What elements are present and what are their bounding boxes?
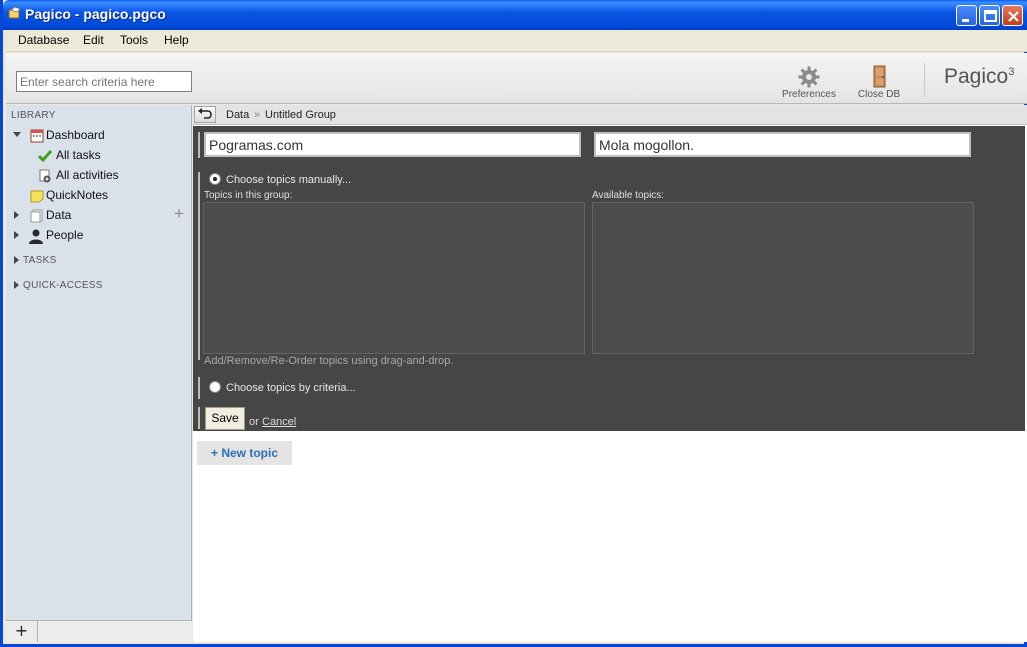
group-description-field[interactable] [594, 132, 971, 157]
minimize-button[interactable] [956, 5, 977, 26]
document-stack-icon [30, 209, 43, 223]
brand-name: Pagico [944, 65, 1009, 88]
group-name-field[interactable] [204, 132, 581, 157]
maximize-icon [984, 10, 997, 22]
criteria-topics-radio[interactable] [209, 381, 221, 393]
sidebar-item-data[interactable]: Data [46, 208, 71, 222]
manual-topics-label: Choose topics manually... [226, 174, 352, 186]
close-db-button[interactable]: Close DB [849, 65, 909, 103]
sticky-note-icon [30, 190, 44, 203]
window-title: Pagico - pagico.pgco [25, 6, 166, 22]
pagico-app-icon [8, 7, 21, 19]
or-text: or [249, 416, 259, 428]
manual-topics-radio[interactable] [209, 173, 221, 185]
quick-access-expand-icon[interactable] [14, 281, 19, 289]
menu-help[interactable]: Help [164, 33, 189, 47]
search-input[interactable] [16, 71, 192, 92]
save-button[interactable]: Save [205, 407, 245, 430]
breadcrumb: Data » Untitled Group [193, 105, 1027, 125]
topics-in-group-list[interactable] [203, 202, 585, 354]
sidebar-item-dashboard[interactable]: Dashboard [46, 128, 105, 142]
breadcrumb-current: Untitled Group [265, 109, 336, 121]
toolbar: Preferences Close DB Pagico3 [6, 53, 1027, 104]
title-bar[interactable]: Pagico - pagico.pgco [3, 0, 1027, 30]
breadcrumb-data[interactable]: Data [226, 109, 249, 121]
minimize-icon [962, 19, 969, 22]
manual-section-marker [198, 172, 200, 360]
criteria-section-marker [198, 377, 200, 399]
add-item-button[interactable]: + [6, 621, 38, 642]
new-topic-button[interactable]: + New topic [197, 441, 292, 465]
back-button[interactable] [194, 106, 216, 123]
close-icon [1008, 11, 1019, 22]
sidebar-item-all-tasks[interactable]: All tasks [56, 148, 101, 162]
app-window: Pagico - pagico.pgco Database Edit Tools… [0, 0, 1027, 647]
people-expand-icon[interactable] [14, 231, 19, 239]
menu-bar: Database Edit Tools Help [6, 30, 1027, 52]
menu-database[interactable]: Database [18, 33, 69, 47]
sidebar-item-quicknotes[interactable]: QuickNotes [46, 188, 108, 202]
close-window-button[interactable] [1002, 5, 1023, 26]
gear-icon [798, 66, 820, 88]
main-content: Data » Untitled Group Choose topics manu… [193, 105, 1027, 642]
sidebar-footer: + [6, 620, 192, 642]
menu-tools[interactable]: Tools [120, 33, 148, 47]
cancel-link[interactable]: Cancel [262, 416, 296, 428]
undo-arrow-icon [198, 108, 212, 119]
preferences-button[interactable]: Preferences [779, 65, 839, 103]
calendar-icon [30, 129, 44, 143]
available-topics-list[interactable] [592, 202, 974, 354]
brand-logo: Pagico3 [944, 65, 1014, 89]
menu-edit[interactable]: Edit [83, 33, 104, 47]
quick-access-heading[interactable]: QUICK-ACCESS [23, 280, 103, 291]
breadcrumb-separator: » [254, 109, 261, 121]
dashboard-collapse-icon[interactable] [13, 132, 21, 137]
name-row-marker [198, 132, 200, 158]
sidebar-item-people[interactable]: People [46, 228, 83, 242]
person-icon [29, 229, 43, 244]
brand-version: 3 [1008, 66, 1015, 78]
checkmark-icon [38, 150, 52, 163]
close-db-label: Close DB [857, 89, 901, 100]
criteria-topics-label: Choose topics by criteria... [226, 382, 356, 394]
preferences-label: Preferences [782, 89, 836, 100]
group-editor-panel: Choose topics manually... Topics in this… [193, 126, 1025, 431]
toolbar-divider [924, 63, 925, 97]
library-heading: LIBRARY [11, 110, 56, 121]
tasks-expand-icon[interactable] [14, 256, 19, 264]
actions-row-marker [198, 407, 200, 429]
data-expand-icon[interactable] [14, 211, 19, 219]
door-icon [873, 65, 886, 88]
sidebar: LIBRARY Dashboard All tasks All activiti… [6, 105, 192, 642]
drag-drop-hint: Add/Remove/Re-Order topics using drag-an… [204, 355, 454, 367]
maximize-button[interactable] [979, 5, 1000, 26]
topics-in-group-label: Topics in this group: [204, 190, 293, 201]
available-topics-label: Available topics: [592, 190, 665, 201]
sidebar-item-all-activities[interactable]: All activities [56, 168, 119, 182]
add-data-icon[interactable]: + [174, 204, 184, 224]
tasks-heading[interactable]: TASKS [23, 255, 57, 266]
activity-icon [39, 169, 51, 183]
